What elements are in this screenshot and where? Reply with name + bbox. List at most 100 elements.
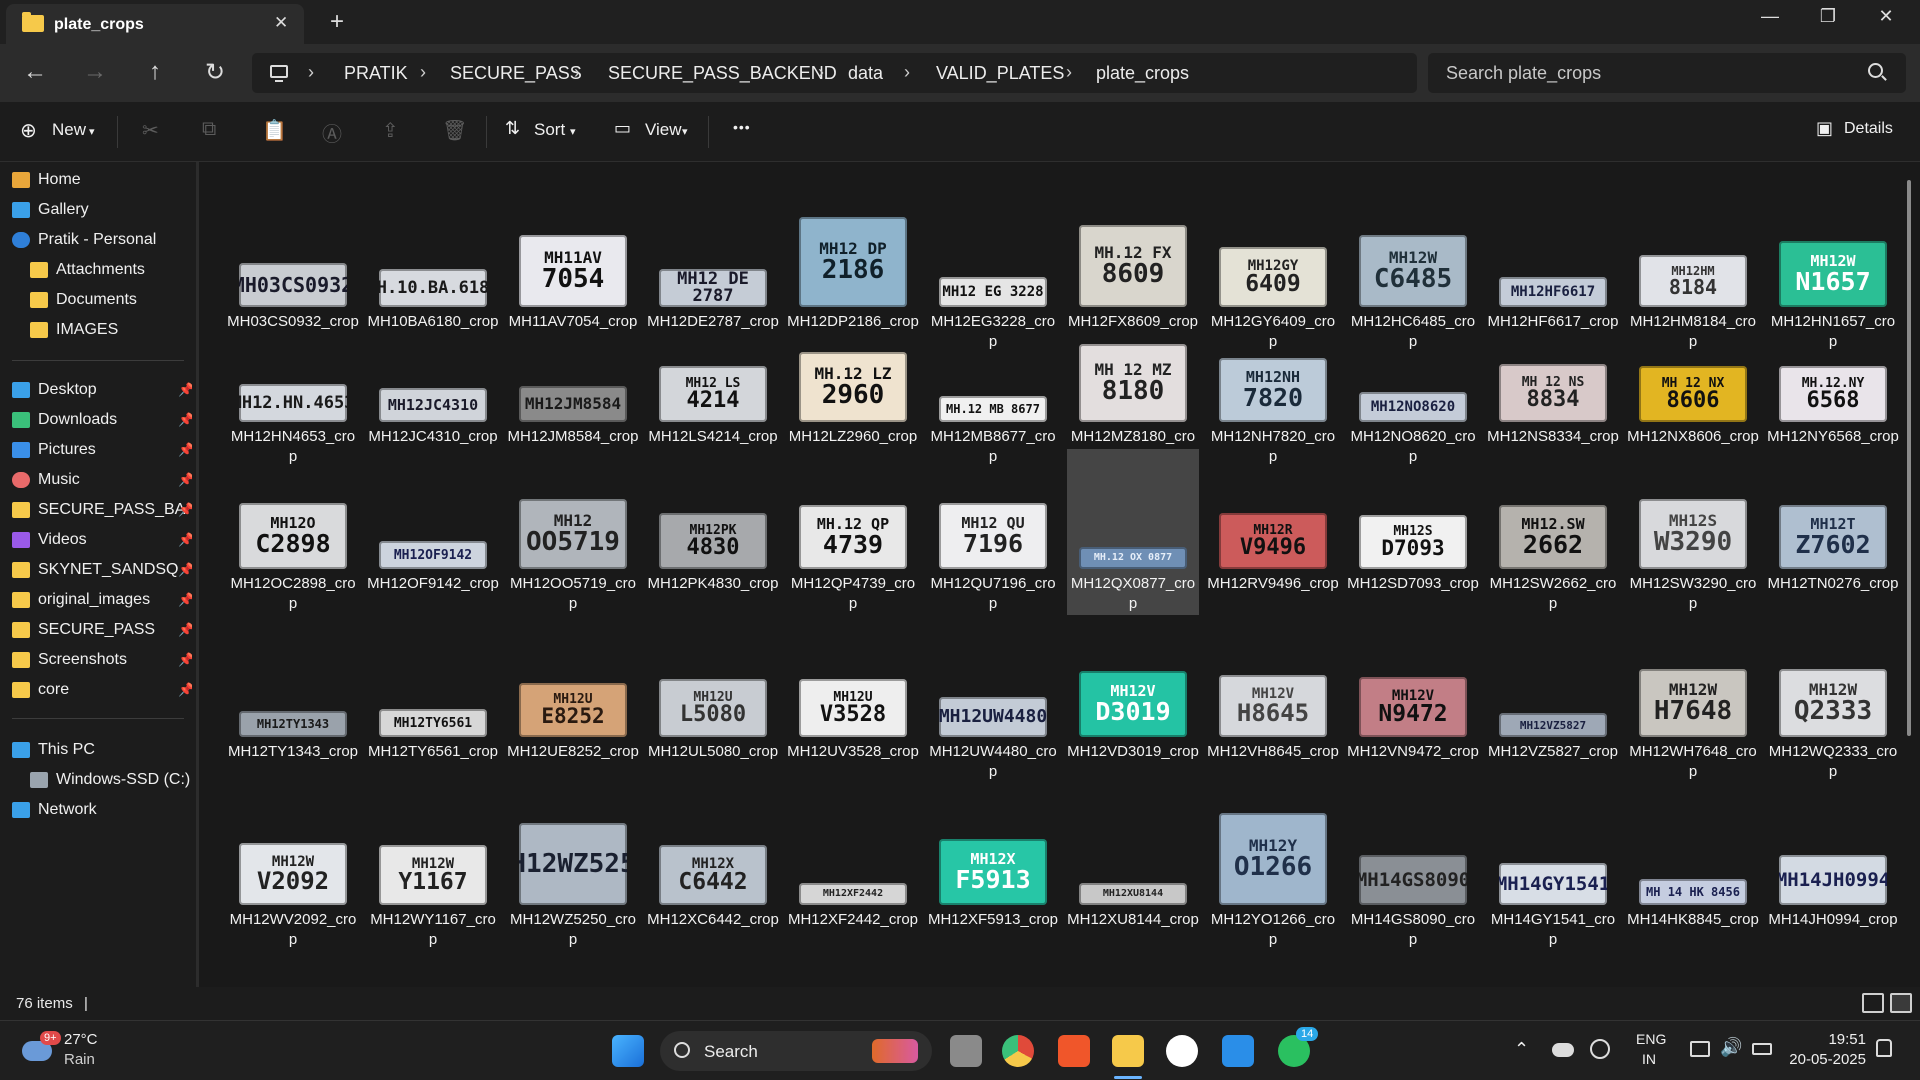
chrome-icon[interactable]	[1002, 1035, 1034, 1067]
weather-temp[interactable]: 27°C	[64, 1031, 98, 1048]
file-item[interactable]: MH12OF9142 MH12OF9142_crop	[367, 449, 499, 615]
sidebar-item-desktop[interactable]: Desktop 📌	[12, 376, 192, 404]
sidebar-item-secure-pass[interactable]: SECURE_PASS 📌	[12, 616, 192, 644]
file-item[interactable]: MH 12 MZ8180MH12MZ8180_crop	[1067, 302, 1199, 468]
pin-icon[interactable]: 📌	[178, 592, 192, 608]
pin-icon[interactable]: 📌	[178, 382, 192, 398]
task-view-icon[interactable]	[950, 1035, 982, 1067]
computer-icon[interactable]	[270, 65, 288, 82]
new-tab-button[interactable]: +	[330, 8, 344, 36]
file-item[interactable]: MH12X C6442 MH12XC6442_crop	[647, 785, 779, 951]
details-button[interactable]: Details	[1844, 120, 1893, 138]
search-input[interactable]: Search plate_crops	[1428, 53, 1906, 93]
pin-icon[interactable]: 📌	[178, 652, 192, 668]
new-button[interactable]: New	[52, 120, 86, 140]
pin-icon[interactable]: 📌	[178, 682, 192, 698]
sidebar-item-original-images[interactable]: original_images 📌	[12, 586, 192, 614]
file-item[interactable]: MH14GS8090 MH14GS8090_crop	[1347, 785, 1479, 951]
file-item[interactable]: MH12X F5913 MH12XF5913_crop	[927, 785, 1059, 951]
file-item[interactable]: MH12XF2442 MH12XF2442_crop	[787, 785, 919, 951]
address-bar[interactable]: › PRATIK › SECURE_PASS › SECURE_PASS_BAC…	[252, 53, 1417, 93]
file-item[interactable]: MH12 QU 7196 MH12QU7196_crop	[927, 449, 1059, 615]
weather-desc[interactable]: Rain	[64, 1051, 95, 1068]
file-item[interactable]: MH12W V2092 MH12WV2092_crop	[227, 785, 359, 951]
pin-icon[interactable]: 📌	[178, 472, 192, 488]
sidebar-item-core[interactable]: core 📌	[12, 676, 192, 704]
sidebar-item-windows-ssd[interactable]: Windows-SSD (C:)	[30, 766, 210, 794]
restore-button[interactable]: ❐	[1808, 6, 1848, 27]
file-item[interactable]: MH12V D3019 MH12VD3019_crop	[1067, 617, 1199, 783]
delete-icon[interactable]: 🗑	[442, 118, 467, 143]
sidebar-item-documents[interactable]: Documents	[30, 286, 210, 314]
sidebar-item-screenshots[interactable]: Screenshots 📌	[12, 646, 192, 674]
file-item[interactable]: MH 12 NS 8834 MH12NS8334_crop	[1487, 302, 1619, 468]
vscode-icon[interactable]	[1222, 1035, 1254, 1067]
file-item[interactable]: MH12R V9496 MH12RV9496_crop	[1207, 449, 1339, 615]
chevron-right-icon[interactable]: ›	[308, 62, 314, 83]
breadcrumb-valid-plates[interactable]: VALID_PLATES	[936, 63, 1064, 84]
pin-icon[interactable]: 📌	[178, 532, 192, 548]
sort-icon[interactable]: ⇅	[505, 118, 520, 139]
details-pane-icon[interactable]: ▣	[1816, 118, 1833, 139]
sync-icon[interactable]	[1590, 1039, 1610, 1059]
pin-icon[interactable]: 📌	[178, 412, 192, 428]
file-item[interactable]: MH12V H8645 MH12VH8645_crop	[1207, 617, 1339, 783]
file-grid[interactable]: MH03CS0932MH03CS0932_cropMH.10.BA.6180MH…	[199, 162, 1920, 987]
file-item[interactable]: MH 14 HK 8456 MH14HK8845_crop	[1627, 785, 1759, 951]
file-item[interactable]: MH12XU8144 MH12XU8144_crop	[1067, 785, 1199, 951]
file-item[interactable]: MH12JC4310 MH12JC4310_crop	[367, 302, 499, 468]
vertical-scrollbar[interactable]	[1907, 180, 1911, 736]
file-item[interactable]: MH12S D7093 MH12SD7093_crop	[1347, 449, 1479, 615]
file-item[interactable]: MH12 LS 4214 MH12LS4214_crop	[647, 302, 779, 468]
clock-time[interactable]: 19:51	[1816, 1031, 1866, 1048]
weather-widget[interactable]: 9+	[22, 1031, 61, 1065]
tab-plate-crops[interactable]: plate_crops ✕	[6, 4, 304, 44]
sidebar-item-skynet-sandsq[interactable]: SKYNET_SANDSQ 📌	[12, 556, 192, 584]
back-button[interactable]: ←	[20, 58, 50, 86]
share-icon[interactable]: ⇪	[382, 118, 399, 143]
file-item[interactable]: MH12 OO5719 MH12OO5719_crop	[507, 449, 639, 615]
breadcrumb-pratik[interactable]: PRATIK	[344, 63, 408, 84]
file-item[interactable]: MH.12 MB 8677 MH12MB8677_crop	[927, 302, 1059, 468]
notification-bell-icon[interactable]	[1876, 1039, 1892, 1057]
file-item[interactable]: MH12NH 7820 MH12NH7820_crop	[1207, 302, 1339, 468]
file-item[interactable]: MH12T Z7602 MH12TN0276_crop	[1767, 449, 1899, 615]
close-tab-icon[interactable]: ✕	[274, 13, 288, 33]
sidebar-item-images[interactable]: IMAGES	[30, 316, 210, 344]
onedrive-tray-icon[interactable]	[1552, 1043, 1574, 1057]
copy-icon[interactable]: ⧉	[202, 118, 216, 141]
breadcrumb-secure-pass[interactable]: SECURE_PASS	[450, 63, 582, 84]
file-item[interactable]: MH 12 NX 8606 MH12NX8606_crop	[1627, 302, 1759, 468]
chevron-right-icon[interactable]: ›	[420, 62, 426, 83]
language-code[interactable]: ENG	[1636, 1031, 1666, 1047]
file-item[interactable]: MH.12 LZ 2960 MH12LZ2960_crop	[787, 302, 919, 468]
chevron-right-icon[interactable]: ›	[574, 62, 580, 83]
pin-icon[interactable]: 📌	[178, 442, 192, 458]
file-item[interactable]: MH.12 OX 0877 MH12QX0877_crop	[1067, 449, 1199, 615]
chevron-right-icon[interactable]: ›	[818, 62, 824, 83]
chevron-right-icon[interactable]: ›	[904, 62, 910, 83]
volume-icon[interactable]: 🔊	[1720, 1037, 1742, 1058]
file-item[interactable]: MH12W Q2333 MH12WQ2333_crop	[1767, 617, 1899, 783]
refresh-button[interactable]: ↻	[200, 58, 230, 87]
file-item[interactable]: MH12O C2898 MH12OC2898_crop	[227, 449, 359, 615]
clock-date[interactable]: 20-05-2025	[1786, 1051, 1866, 1068]
file-item[interactable]: MH.12 QP 4739 MH12QP4739_crop	[787, 449, 919, 615]
battery-icon[interactable]	[1752, 1043, 1772, 1055]
paste-icon[interactable]: 📋	[262, 118, 287, 143]
forward-button[interactable]: →	[80, 58, 110, 86]
file-item[interactable]: MH.12.NY 6568 MH12NY6568_crop	[1767, 302, 1899, 468]
breadcrumb-data[interactable]: data	[848, 63, 883, 84]
network-tray-icon[interactable]	[1690, 1041, 1710, 1057]
file-item[interactable]: MH12TY1343 MH12TY1343_crop	[227, 617, 359, 783]
sidebar-item-attachments[interactable]: Attachments	[30, 256, 210, 284]
sidebar-item-downloads[interactable]: Downloads 📌	[12, 406, 192, 434]
tray-overflow-icon[interactable]: ⌃	[1514, 1039, 1529, 1060]
file-item[interactable]: MH12NO8620 MH12NO8620_crop	[1347, 302, 1479, 468]
chevron-right-icon[interactable]: ›	[1066, 62, 1072, 83]
file-item[interactable]: MH12WZ5250 MH12WZ5250_crop	[507, 785, 639, 951]
file-item[interactable]: MH14JH0994 MH14JH0994_crop	[1767, 785, 1899, 951]
sidebar-item-gallery[interactable]: Gallery	[12, 196, 192, 224]
view-icon[interactable]: ▭	[614, 118, 631, 139]
breadcrumb-secure-pass-backend[interactable]: SECURE_PASS_BACKEND	[608, 63, 837, 84]
